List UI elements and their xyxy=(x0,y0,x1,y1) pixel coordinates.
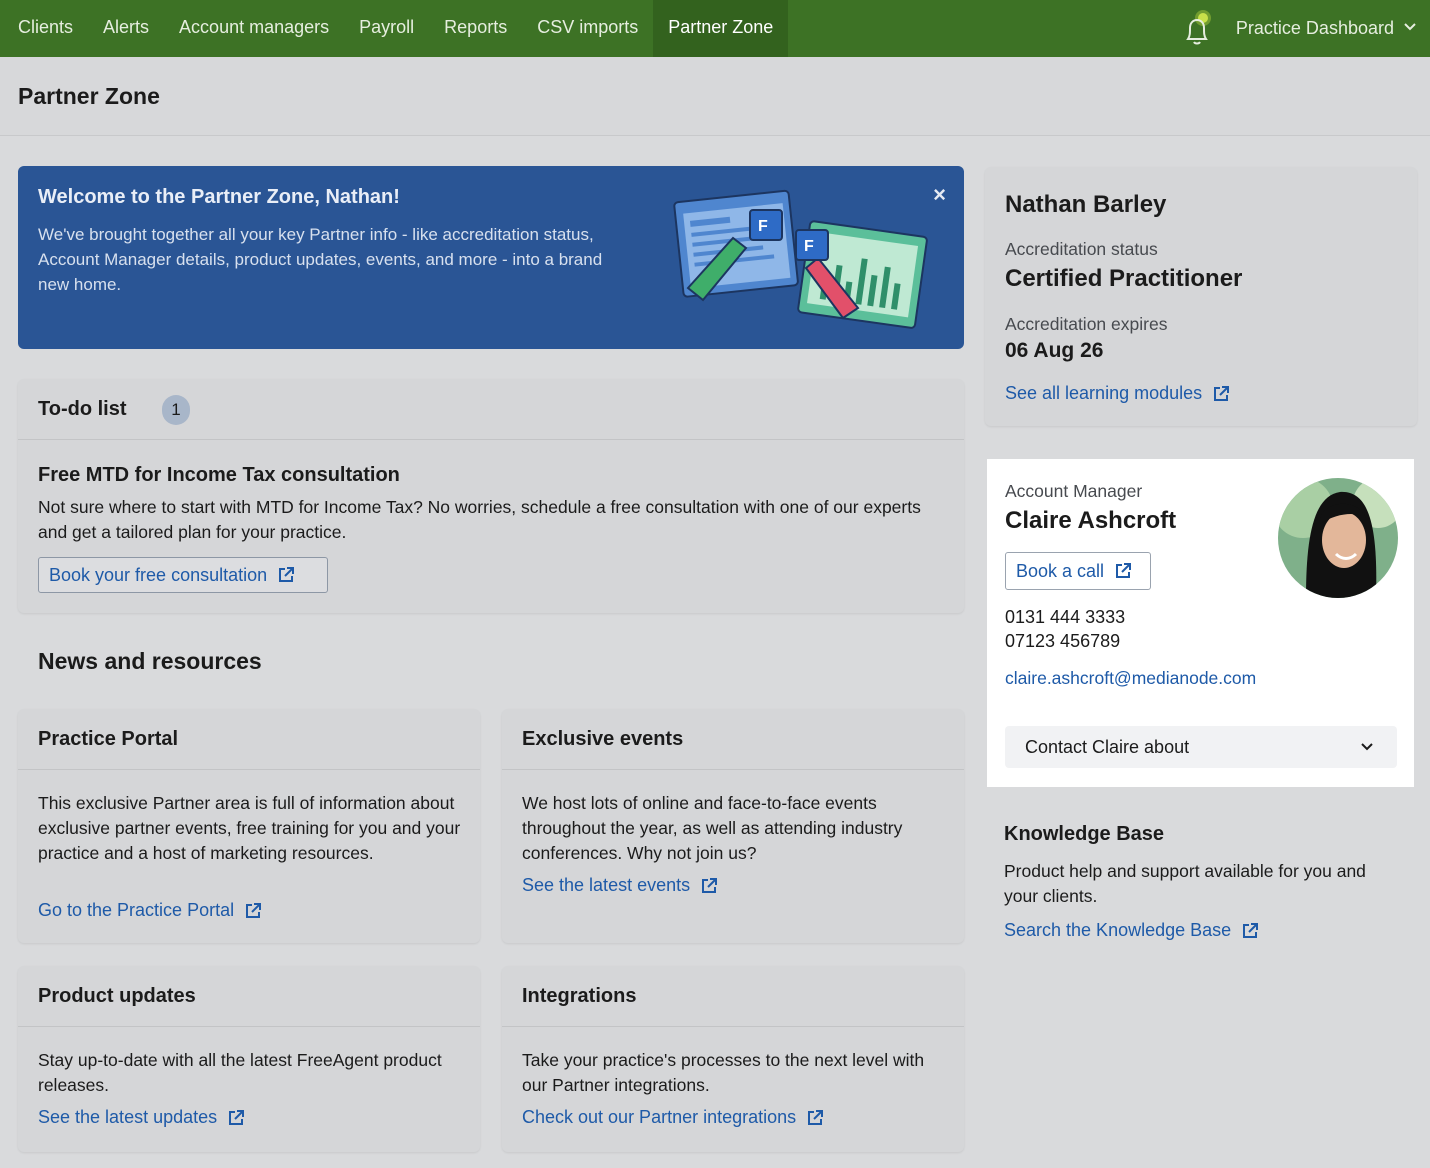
tile-header: Product updates xyxy=(18,966,480,1027)
tile-title: Integrations xyxy=(522,985,637,1007)
todo-item-title: Free MTD for Income Tax consultation xyxy=(38,464,400,486)
accreditation-expires-value: 06 Aug 26 xyxy=(1005,339,1104,362)
account-manager-name: Claire Ashcroft xyxy=(1005,507,1177,534)
external-link-icon xyxy=(244,902,262,920)
tile-title: Exclusive events xyxy=(522,728,684,750)
svg-text:F: F xyxy=(758,218,768,235)
profile-card: Nathan Barley Accreditation status Certi… xyxy=(985,167,1417,426)
email-link[interactable]: claire.ashcroft@medianode.com xyxy=(1005,669,1265,688)
page-header: Partner Zone xyxy=(0,57,1430,136)
external-link-icon xyxy=(1114,562,1132,580)
practice-portal-link[interactable]: Go to the Practice Portal xyxy=(38,900,262,921)
todo-header: To-do list 1 xyxy=(18,379,964,440)
link-label: Search the Knowledge Base xyxy=(1004,920,1232,940)
avatar xyxy=(1278,478,1398,598)
nav-item-partner-zone[interactable]: Partner Zone xyxy=(653,0,789,57)
tile-text: Take your practice's processes to the ne… xyxy=(522,1050,925,1095)
chevron-down-icon[interactable] xyxy=(1402,18,1418,39)
learning-modules-link[interactable]: See all learning modules xyxy=(1005,383,1230,404)
tile-header: Practice Portal xyxy=(18,709,480,770)
nav-item-clients[interactable]: Clients xyxy=(0,0,88,57)
link-label: Go to the Practice Portal xyxy=(38,900,235,920)
book-call-button[interactable]: Book a call xyxy=(1005,552,1151,590)
nav-item-alerts[interactable]: Alerts xyxy=(88,0,164,57)
todo-title: To-do list xyxy=(38,398,127,420)
close-icon[interactable]: × xyxy=(933,182,946,208)
notification-bell-icon[interactable] xyxy=(1182,9,1214,49)
link-label: Check out our Partner integrations xyxy=(522,1107,797,1127)
todo-count-badge: 1 xyxy=(162,395,190,425)
exclusive-events-card: Exclusive events We host lots of online … xyxy=(502,709,964,943)
nav-right: Practice Dashboard xyxy=(1182,0,1418,57)
practice-portal-card: Practice Portal This exclusive Partner a… xyxy=(18,709,480,943)
knowledge-base-title: Knowledge Base xyxy=(1004,823,1165,845)
svg-text:F: F xyxy=(804,238,814,255)
integrations-card: Integrations Take your practice's proces… xyxy=(502,966,964,1152)
phone-mobile[interactable]: 07123 456789 xyxy=(1005,631,1120,652)
events-link[interactable]: See the latest events xyxy=(522,875,718,896)
accreditation-status-value: Certified Practitioner xyxy=(1005,265,1243,292)
integrations-link[interactable]: Check out our Partner integrations xyxy=(522,1107,824,1128)
tile-header: Integrations xyxy=(502,966,964,1027)
link-label: See the latest events xyxy=(522,875,691,895)
top-nav: Clients Alerts Account managers Payroll … xyxy=(0,0,1430,57)
nav-item-payroll[interactable]: Payroll xyxy=(344,0,429,57)
phone-landline[interactable]: 0131 444 3333 xyxy=(1005,607,1125,628)
welcome-title: Welcome to the Partner Zone, Nathan! xyxy=(38,186,400,208)
nav-item-reports[interactable]: Reports xyxy=(429,0,522,57)
tile-text: We host lots of online and face-to-face … xyxy=(522,793,903,863)
welcome-banner: Welcome to the Partner Zone, Nathan! We'… xyxy=(18,166,964,349)
account-manager-label: Account Manager xyxy=(1005,481,1143,501)
tile-title: Practice Portal xyxy=(38,728,179,750)
chevron-down-icon xyxy=(1361,743,1373,751)
accreditation-status-label: Accreditation status xyxy=(1005,239,1158,259)
external-link-icon xyxy=(1241,922,1259,940)
book-consultation-label: Book your free consultation xyxy=(49,564,268,585)
tile-text: This exclusive Partner area is full of i… xyxy=(38,793,461,863)
tile-header: Exclusive events xyxy=(502,709,964,770)
external-link-icon xyxy=(227,1109,245,1127)
external-link-icon xyxy=(700,877,718,895)
book-call-label: Book a call xyxy=(1016,560,1105,581)
product-updates-card: Product updates Stay up-to-date with all… xyxy=(18,966,480,1152)
news-section-title: News and resources xyxy=(38,648,262,674)
accreditation-expires-label: Accreditation expires xyxy=(1005,314,1168,334)
nav-item-csv-imports[interactable]: CSV imports xyxy=(522,0,653,57)
contact-topic-label: Contact Claire about xyxy=(1025,737,1190,757)
todo-card: To-do list 1 Free MTD for Income Tax con… xyxy=(18,379,964,613)
tile-title: Product updates xyxy=(38,985,196,1007)
todo-item-text: Not sure where to start with MTD for Inc… xyxy=(38,497,921,542)
link-label: See all learning modules xyxy=(1005,383,1203,403)
nav-items: Clients Alerts Account managers Payroll … xyxy=(0,0,789,57)
link-label: See the latest updates xyxy=(38,1107,218,1127)
account-manager-card: Account Manager Claire Ashcroft Book a c… xyxy=(987,459,1414,787)
welcome-text: We've brought together all your key Part… xyxy=(38,225,603,294)
external-link-icon xyxy=(806,1109,824,1127)
knowledge-base-link[interactable]: Search the Knowledge Base xyxy=(1004,920,1259,941)
product-updates-link[interactable]: See the latest updates xyxy=(38,1107,245,1128)
tile-text: Stay up-to-date with all the latest Free… xyxy=(38,1050,442,1095)
external-link-icon xyxy=(1212,385,1230,403)
profile-name: Nathan Barley xyxy=(1005,191,1167,218)
page-title: Partner Zone xyxy=(18,83,160,109)
nav-item-account-managers[interactable]: Account managers xyxy=(164,0,344,57)
contact-topic-select[interactable]: Contact Claire about xyxy=(1005,726,1397,768)
book-consultation-button[interactable]: Book your free consultation xyxy=(38,557,328,593)
welcome-illustration: F F xyxy=(658,178,928,338)
external-link-icon xyxy=(277,566,295,584)
knowledge-base-text: Product help and support available for y… xyxy=(1004,861,1366,906)
practice-dashboard-menu[interactable]: Practice Dashboard xyxy=(1236,18,1394,39)
